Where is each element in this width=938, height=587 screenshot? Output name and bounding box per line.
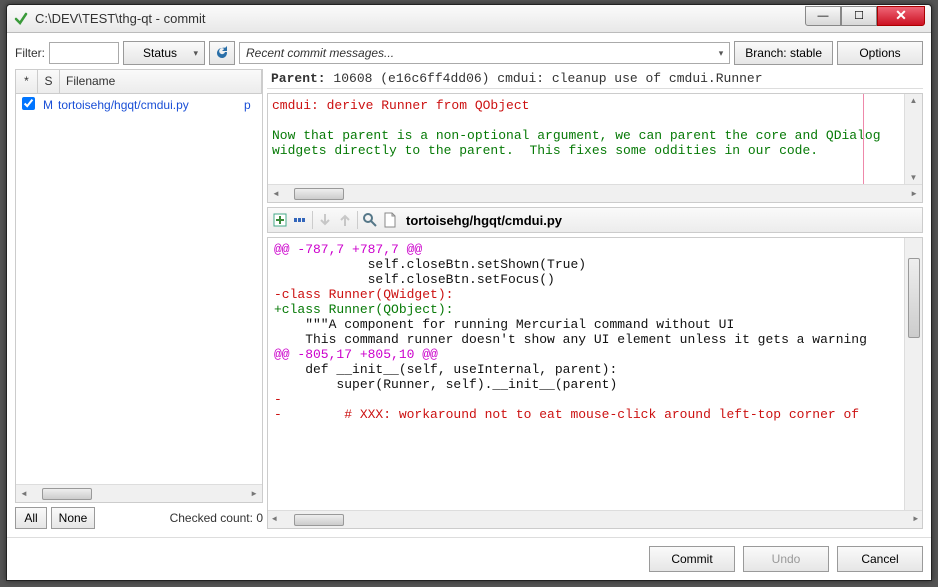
diff-add-icon[interactable] — [272, 212, 288, 228]
content-area: Filter: Status Recent commit messages...… — [7, 33, 931, 537]
file-footer: All None Checked count: 0 — [15, 503, 263, 529]
dialog-footer: Commit Undo Cancel — [7, 537, 931, 580]
file-panel: * S Filename M tortoisehg/hgqt/cmdui.py … — [15, 69, 263, 503]
arrow-up-icon[interactable] — [337, 212, 353, 228]
file-status: M — [38, 98, 58, 112]
top-toolbar: Filter: Status Recent commit messages...… — [15, 41, 923, 65]
file-path: tortoisehg/hgqt/cmdui.py — [58, 98, 244, 112]
filter-input[interactable] — [49, 42, 119, 64]
filter-label: Filter: — [15, 46, 45, 60]
diff-vscroll[interactable] — [904, 238, 922, 510]
window-title: C:\DEV\TEST\thg-qt - commit — [35, 11, 805, 26]
diff-hscroll[interactable] — [268, 510, 922, 528]
diff-view[interactable]: @@ -787,7 +787,7 @@ self.closeBtn.setSho… — [267, 237, 923, 529]
column-ruler — [863, 94, 864, 184]
msg-hscroll[interactable] — [268, 184, 922, 202]
file-list[interactable]: M tortoisehg/hgqt/cmdui.py p — [16, 94, 262, 484]
msg-vscroll[interactable] — [904, 94, 922, 184]
commit-window: C:\DEV\TEST\thg-qt - commit — ☐ ✕ Filter… — [6, 4, 932, 581]
main-row: * S Filename M tortoisehg/hgqt/cmdui.py … — [15, 69, 923, 529]
minimize-button[interactable]: — — [805, 6, 841, 26]
checked-count: Checked count: 0 — [170, 511, 263, 525]
app-icon — [13, 11, 29, 27]
refresh-icon — [214, 45, 230, 61]
file-header: * S Filename — [16, 70, 262, 94]
close-button[interactable]: ✕ — [877, 6, 925, 26]
diff-remove-icon[interactable] — [292, 212, 308, 228]
commit-button[interactable]: Commit — [649, 546, 735, 572]
parent-info: Parent: 10608 (e16c6ff4dd06) cmdui: clea… — [267, 69, 923, 89]
window-buttons: — ☐ ✕ — [805, 6, 925, 26]
file-checkbox[interactable] — [18, 97, 38, 113]
file-ext: p — [244, 98, 260, 112]
options-button[interactable]: Options — [837, 41, 923, 65]
col-check[interactable]: * — [16, 70, 38, 93]
recent-commits-dropdown[interactable]: Recent commit messages... — [239, 42, 730, 64]
commit-message-text[interactable]: cmdui: derive Runner from QObject Now th… — [268, 94, 922, 184]
search-icon[interactable] — [362, 212, 378, 228]
branch-button[interactable]: Branch: stable — [734, 41, 833, 65]
refresh-button[interactable] — [209, 41, 235, 65]
arrow-down-icon[interactable] — [317, 212, 333, 228]
titlebar: C:\DEV\TEST\thg-qt - commit — ☐ ✕ — [7, 5, 931, 33]
undo-button[interactable]: Undo — [743, 546, 829, 572]
file-icon[interactable] — [382, 212, 398, 228]
right-panel: Parent: 10608 (e16c6ff4dd06) cmdui: clea… — [267, 69, 923, 529]
commit-message-box[interactable]: cmdui: derive Runner from QObject Now th… — [267, 93, 923, 203]
diff-filename: tortoisehg/hgqt/cmdui.py — [406, 213, 562, 228]
cancel-button[interactable]: Cancel — [837, 546, 923, 572]
diff-toolbar: tortoisehg/hgqt/cmdui.py — [267, 207, 923, 233]
col-status[interactable]: S — [38, 70, 60, 93]
select-all-button[interactable]: All — [15, 507, 47, 529]
maximize-button[interactable]: ☐ — [841, 6, 877, 26]
file-hscroll[interactable] — [16, 484, 262, 502]
diff-code[interactable]: @@ -787,7 +787,7 @@ self.closeBtn.setSho… — [268, 238, 922, 510]
select-none-button[interactable]: None — [51, 507, 95, 529]
file-row[interactable]: M tortoisehg/hgqt/cmdui.py p — [16, 94, 262, 116]
col-filename[interactable]: Filename — [60, 70, 262, 93]
status-dropdown[interactable]: Status — [123, 41, 205, 65]
